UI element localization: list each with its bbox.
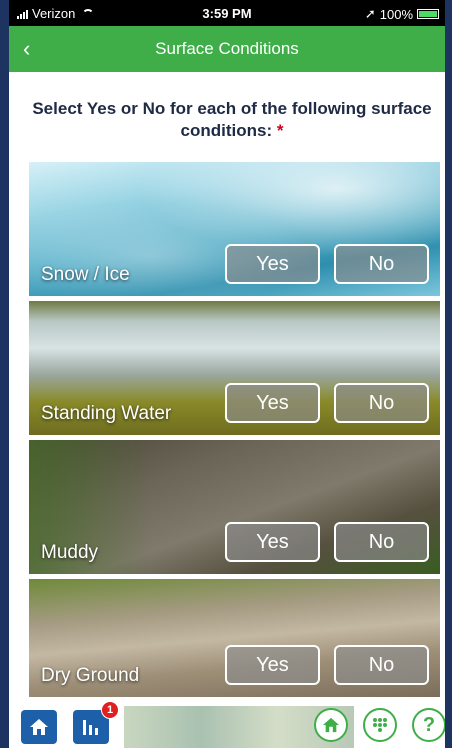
condition-label: Dry Ground [41, 665, 140, 686]
condition-label: Muddy [41, 542, 99, 563]
required-marker: * [276, 121, 284, 140]
condition-card-standing-water: Standing Water Yes No [29, 301, 440, 435]
no-button[interactable]: No [334, 522, 429, 562]
instruction-text: Select Yes or No for each of the followi… [29, 98, 435, 142]
home-icon [323, 717, 339, 733]
condition-card-muddy: Muddy Yes No [29, 440, 440, 574]
status-bar: Verizon 3:59 PM ➚ 100% [9, 0, 445, 26]
instruction-label: Select Yes or No for each of the followi… [32, 99, 432, 140]
notification-badge: 1 [101, 701, 119, 719]
condition-card-snow-ice: Snow / Ice Yes No [29, 162, 440, 296]
nav-header: ‹ Surface Conditions [9, 26, 445, 72]
condition-label: Snow / Ice [41, 264, 130, 285]
bar-chart-icon [83, 720, 98, 735]
phone-screen: Verizon 3:59 PM ➚ 100% ‹ Surface Conditi… [9, 0, 445, 748]
grid-menu-button[interactable] [363, 708, 397, 742]
no-button[interactable]: No [334, 645, 429, 685]
battery-percent: 100% [379, 6, 413, 22]
grid-icon [373, 718, 387, 732]
condition-card-dry-ground: Dry Ground Yes No [29, 579, 440, 697]
yes-button[interactable]: Yes [225, 645, 320, 685]
no-button[interactable]: No [334, 244, 429, 284]
yes-button[interactable]: Yes [225, 522, 320, 562]
help-button[interactable]: ? [412, 708, 445, 742]
yes-button[interactable]: Yes [225, 244, 320, 284]
home-circle-button[interactable] [314, 708, 348, 742]
no-button[interactable]: No [334, 383, 429, 423]
home-icon [30, 719, 48, 735]
status-right: ➚ 100% [365, 6, 439, 22]
battery-icon [417, 9, 439, 19]
condition-label: Standing Water [41, 403, 172, 424]
page-title: Surface Conditions [155, 39, 299, 58]
yes-button[interactable]: Yes [225, 383, 320, 423]
home-tab-button[interactable] [21, 710, 57, 744]
location-icon: ➚ [364, 6, 376, 21]
